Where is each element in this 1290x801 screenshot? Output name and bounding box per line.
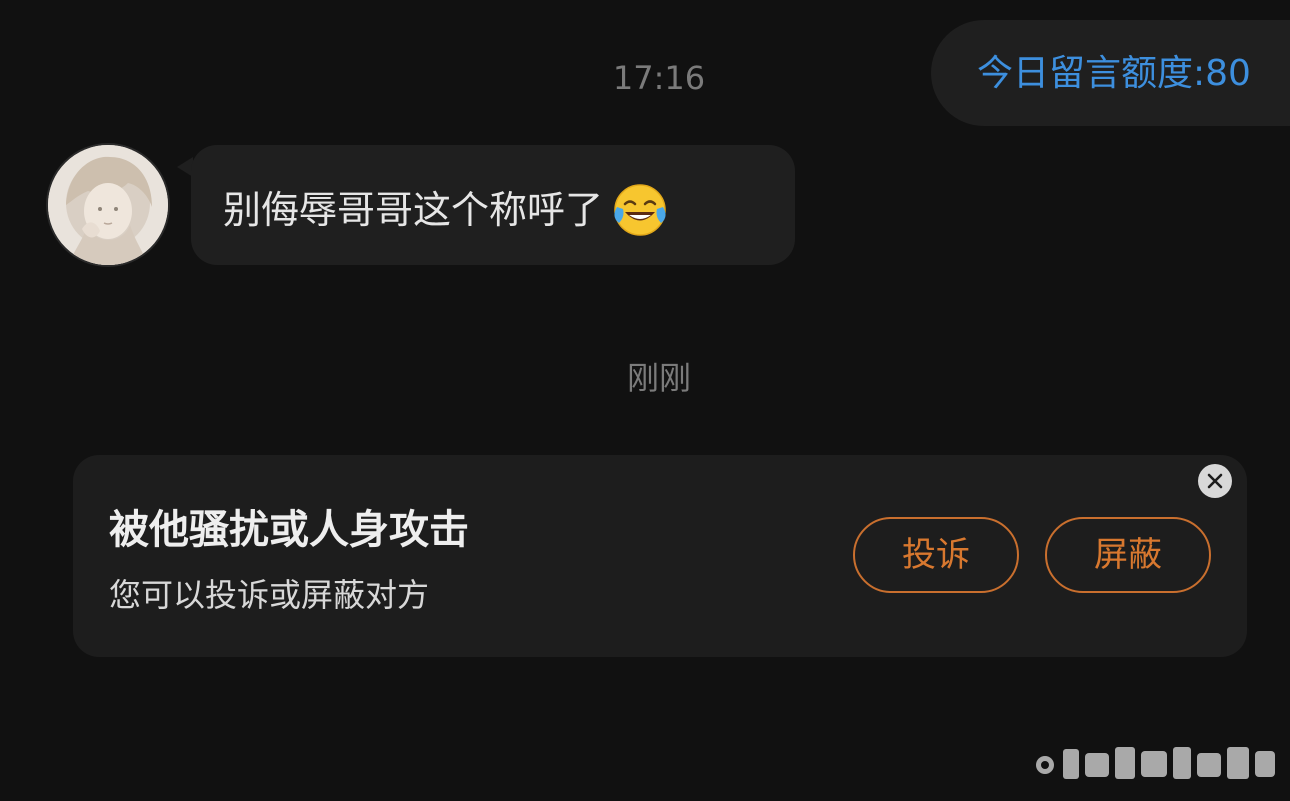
chat-screen: 今日留言额度:80 17:16 别侮辱哥哥这个称呼了 刚刚 被他骚扰或人身攻击 … <box>0 0 1290 801</box>
message-text-row: 别侮辱哥哥这个称呼了 <box>223 183 667 237</box>
message-bubble[interactable]: 别侮辱哥哥这个称呼了 <box>191 145 795 265</box>
timestamp: 刚刚 <box>626 359 691 397</box>
avatar-image <box>48 145 168 265</box>
harassment-report-card: 被他骚扰或人身攻击 您可以投诉或屏蔽对方 投诉 屏蔽 <box>73 455 1247 657</box>
avatar[interactable] <box>48 145 168 265</box>
block-button[interactable]: 屏蔽 <box>1045 517 1211 593</box>
close-icon[interactable] <box>1198 464 1232 498</box>
face-with-tears-of-joy-icon <box>613 183 667 237</box>
timestamp: 17:16 <box>612 59 706 97</box>
watermark-image <box>1035 735 1280 793</box>
report-button[interactable]: 投诉 <box>853 517 1019 593</box>
card-subtitle: 您可以投诉或屏蔽对方 <box>109 576 430 614</box>
card-title: 被他骚扰或人身攻击 <box>109 507 469 553</box>
message-text: 别侮辱哥哥这个称呼了 <box>223 188 604 232</box>
